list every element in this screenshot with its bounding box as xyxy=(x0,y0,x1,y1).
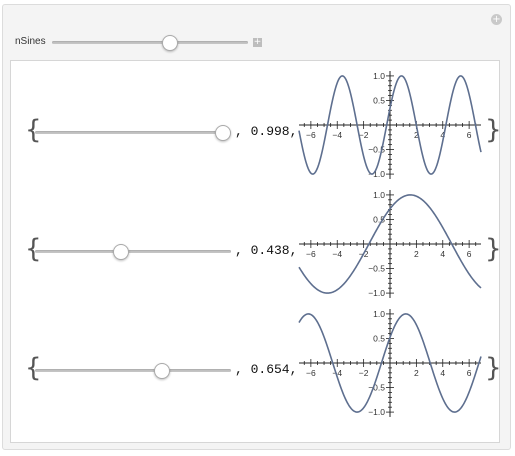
x-tick-label: 2 xyxy=(414,249,419,259)
sine-plot: −6 −4 −2 2 4 61.00.5−0.5−1.0 xyxy=(298,190,482,298)
y-tick-label: 1.0 xyxy=(373,309,385,319)
close-brace: } xyxy=(485,234,502,264)
sine-plot: −6 −4 −2 2 4 61.00.5−0.5−1.0 xyxy=(298,71,482,179)
add-icon[interactable]: + xyxy=(491,14,502,25)
y-tick-label: 1.0 xyxy=(373,71,385,81)
y-tick-label: 1.0 xyxy=(373,190,385,200)
y-tick-label: −1.0 xyxy=(368,407,385,417)
value-slider[interactable] xyxy=(35,131,231,134)
value-readout: , 0.438, xyxy=(235,243,298,258)
nsines-slider[interactable] xyxy=(52,41,248,44)
output-area: { , 0.998, −6 −4 −2 2 4 6 1.0 0.5 −0.5 −1.0} { , 0.43… xyxy=(10,60,502,443)
x-tick-label: 4 xyxy=(440,249,445,259)
y-tick-label: 0.5 xyxy=(373,333,385,343)
output-row: {, 0.998, −6 −4 −2 2 4 6 1.0 0.5 −0.5 −1.0} xyxy=(11,71,502,189)
value-slider-thumb[interactable] xyxy=(154,363,171,379)
close-brace: } xyxy=(485,115,502,145)
value-slider-thumb[interactable] xyxy=(215,125,232,141)
nsines-slider-thumb[interactable] xyxy=(161,35,178,51)
value-readout: , 0.998, xyxy=(235,124,298,139)
value-readout: , 0.654, xyxy=(235,362,298,377)
x-tick-label: 6 xyxy=(467,249,472,259)
y-tick-label: −0.5 xyxy=(368,264,385,274)
output-row: {, 0.654, −6 −4 −2 2 4 6 1.0 0.5 −0.5 −1.0} xyxy=(11,309,502,427)
y-tick-label: −1.0 xyxy=(368,288,385,298)
y-tick-label: −0.5 xyxy=(368,383,385,393)
open-brace: { xyxy=(25,234,42,264)
nsines-label: nSines xyxy=(15,36,46,47)
open-brace: { xyxy=(25,353,42,383)
open-brace: { xyxy=(25,115,42,145)
x-tick-label: 6 xyxy=(467,368,472,378)
value-slider[interactable] xyxy=(35,369,231,372)
value-slider-thumb[interactable] xyxy=(113,244,130,260)
x-tick-label: 2 xyxy=(414,368,419,378)
x-tick-label: −6 xyxy=(306,368,316,378)
x-tick-label: 6 xyxy=(467,130,472,140)
x-tick-label: 4 xyxy=(440,368,445,378)
sine-plot: −6 −4 −2 2 4 61.00.5−0.5−1.0 xyxy=(298,309,482,417)
x-tick-label: −4 xyxy=(332,130,342,140)
output-row: {, 0.438, −6 −4 −2 2 4 6 1.0 0.5 −0.5 −1.0} xyxy=(11,190,502,308)
x-tick-label: −4 xyxy=(332,249,342,259)
expand-icon[interactable]: + xyxy=(253,38,262,47)
x-tick-label: −6 xyxy=(306,130,316,140)
x-tick-label: −6 xyxy=(306,249,316,259)
close-brace: } xyxy=(485,353,502,383)
y-tick-label: 0.5 xyxy=(373,95,385,105)
x-tick-label: −2 xyxy=(359,368,369,378)
value-slider[interactable] xyxy=(35,250,231,253)
